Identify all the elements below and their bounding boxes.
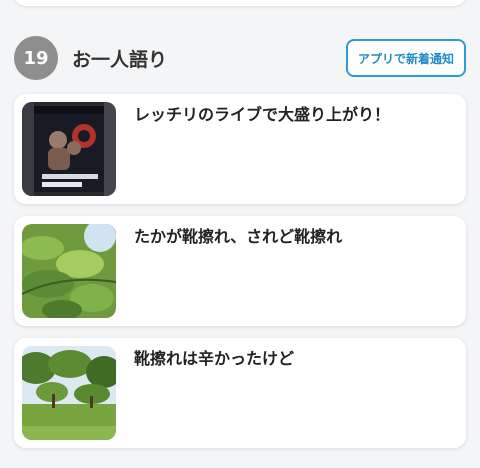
article-title: レッチリのライブで大盛り上がり！ [134, 105, 391, 124]
concert-poster-image [22, 102, 116, 196]
article-card[interactable]: 靴擦れは辛かったけど [14, 338, 466, 448]
article-title: たかが靴擦れ、されど靴擦れ [134, 227, 343, 246]
article-card[interactable]: レッチリのライブで大盛り上がり！ [14, 94, 466, 204]
article-card[interactable]: たかが靴擦れ、されど靴擦れ [14, 216, 466, 326]
section-header: 19 お一人語り アプリで新着通知 [14, 36, 466, 80]
section-title: お一人語り [72, 48, 168, 71]
previous-card-edge [14, 0, 466, 6]
rank-badge: 19 [14, 36, 58, 80]
green-leaves-image [22, 224, 116, 318]
app-notification-button[interactable]: アプリで新着通知 [345, 39, 466, 77]
park-trees-image [22, 346, 116, 440]
article-title: 靴擦れは辛かったけど [134, 349, 295, 368]
